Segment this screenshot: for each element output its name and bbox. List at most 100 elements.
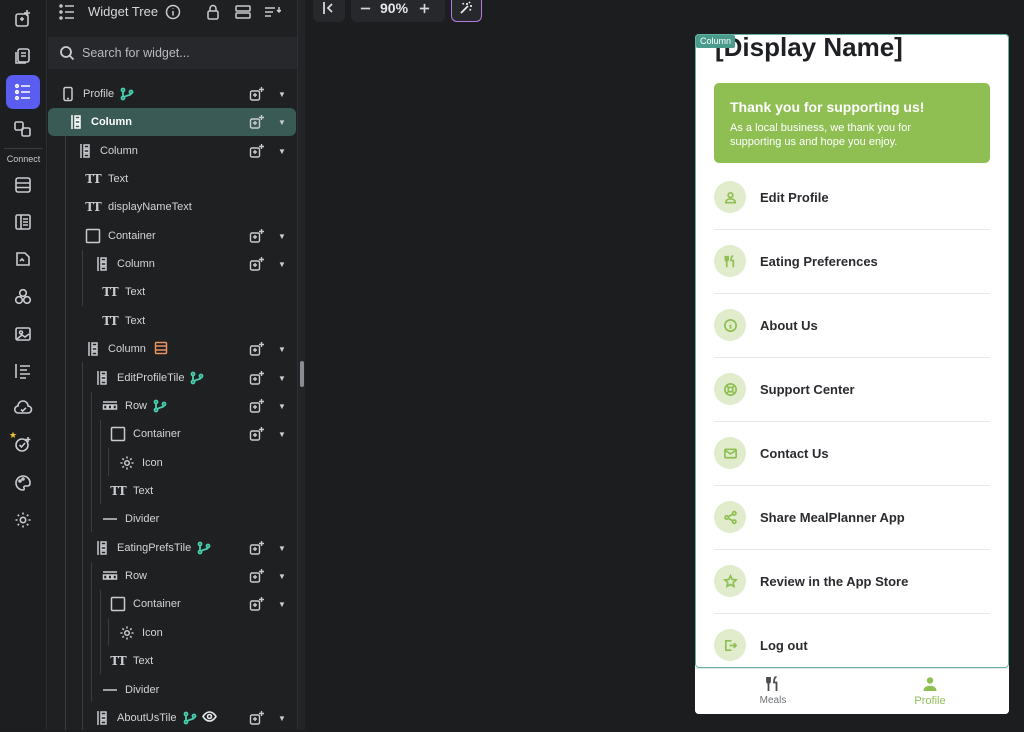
tree-node-eating-prefs-tile[interactable]: EatingPrefsTile [94, 534, 211, 562]
add-child-widget-icon[interactable] [249, 370, 267, 388]
tree-node-text[interactable]: TT Text [102, 278, 145, 306]
add-child-widget-icon[interactable] [249, 540, 267, 558]
add-child-widget-icon[interactable] [249, 426, 267, 444]
resize-grip[interactable] [300, 361, 304, 387]
chevron-down-icon[interactable]: ▼ [278, 572, 286, 581]
tree-node-column[interactable]: Column [77, 137, 138, 165]
widget-tree-icon[interactable] [6, 75, 40, 109]
row-icon [102, 568, 118, 584]
person-icon [923, 677, 937, 691]
tree-node-display-name-text[interactable]: TT displayNameText [85, 193, 191, 221]
info-icon[interactable] [164, 3, 182, 21]
tree-node-container[interactable]: Container [85, 222, 156, 250]
add-child-widget-icon[interactable] [249, 228, 267, 246]
zoom-in-icon[interactable] [418, 2, 431, 15]
chevron-down-icon[interactable]: ▼ [278, 402, 286, 411]
eating-preferences-tile[interactable]: Eating Preferences [714, 230, 990, 294]
add-child-widget-icon[interactable] [249, 256, 267, 274]
integrations-icon[interactable] [6, 280, 40, 314]
add-child-widget-icon[interactable] [249, 710, 267, 728]
add-child-widget-icon[interactable] [249, 341, 267, 359]
zoom-level: 90% [380, 0, 409, 16]
add-child-widget-icon[interactable] [249, 568, 267, 586]
tree-node-about-us-tile[interactable]: AboutUsTile [94, 704, 217, 732]
media-assets-icon[interactable] [6, 317, 40, 351]
tree-node-icon[interactable]: Icon [119, 619, 163, 647]
tree-node-container[interactable]: Container [110, 420, 181, 448]
cloud-check-icon[interactable] [6, 391, 40, 425]
chevron-down-icon[interactable]: ▼ [278, 544, 286, 553]
tree-node-column[interactable]: Column [94, 250, 155, 278]
panel-resize-handle[interactable] [297, 0, 305, 730]
widget-search-input[interactable] [82, 43, 282, 63]
collapse-panel-button[interactable] [313, 0, 345, 22]
lifebuoy-icon [714, 373, 746, 405]
support-center-tile[interactable]: Support Center [714, 358, 990, 422]
review-app-store-tile[interactable]: Review in the App Store [714, 550, 990, 614]
contact-us-tile[interactable]: Contact Us [714, 422, 990, 486]
tree-node-container[interactable]: Container [110, 590, 181, 618]
chevron-down-icon[interactable]: ▼ [278, 345, 286, 354]
search-icon [60, 46, 75, 61]
chevron-down-icon[interactable]: ▼ [278, 118, 286, 127]
tree-node-text[interactable]: TT Text [102, 307, 145, 335]
settings-gear-icon[interactable] [6, 503, 40, 537]
chevron-down-icon[interactable]: ▼ [278, 714, 286, 723]
branch-badge-icon [183, 711, 197, 725]
chevron-down-icon[interactable]: ▼ [278, 147, 286, 156]
phone-icon [60, 86, 76, 102]
add-child-widget-icon[interactable] [249, 114, 267, 132]
align-left-icon[interactable] [6, 354, 40, 388]
add-child-widget-icon[interactable] [249, 596, 267, 614]
generated-list-icon [154, 341, 168, 358]
components-icon[interactable] [6, 112, 40, 146]
divider-icon [102, 682, 118, 698]
database-icon[interactable] [6, 168, 40, 202]
check-plus-icon[interactable] [6, 428, 40, 462]
sort-options-icon[interactable] [263, 3, 282, 21]
about-us-tile[interactable]: About Us [714, 294, 990, 358]
lock-icon[interactable] [204, 3, 222, 21]
pages-icon[interactable] [6, 39, 40, 73]
widget-tree-list-icon [58, 3, 76, 21]
add-child-widget-icon[interactable] [249, 86, 267, 104]
share-app-tile[interactable]: Share MealPlanner App [714, 486, 990, 550]
add-widget-icon[interactable] [6, 2, 40, 36]
chevron-down-icon[interactable]: ▼ [278, 260, 286, 269]
tree-node-edit-profile-tile[interactable]: EditProfileTile [94, 364, 204, 392]
tree-node-icon[interactable]: Icon [119, 449, 163, 477]
tree-node-text[interactable]: TT Text [110, 647, 153, 675]
visibility-eye-icon[interactable] [201, 709, 217, 727]
chevron-down-icon[interactable]: ▼ [278, 232, 286, 241]
chevron-down-icon[interactable]: ▼ [278, 374, 286, 383]
chevron-down-icon[interactable]: ▼ [278, 430, 286, 439]
tree-node-text[interactable]: TT Text [85, 165, 128, 193]
layout-toggle-icon[interactable] [234, 3, 252, 21]
tree-node-row[interactable]: Row [102, 392, 167, 420]
zoom-out-icon[interactable] [359, 2, 372, 15]
tree-node-column[interactable]: Column [85, 335, 168, 363]
add-child-widget-icon[interactable] [249, 398, 267, 416]
tree-node-row[interactable]: Row [102, 562, 147, 590]
api-calls-icon[interactable] [6, 205, 40, 239]
edit-profile-tile[interactable]: Edit Profile [714, 166, 990, 230]
tree-node-text[interactable]: TT Text [110, 477, 153, 505]
storage-icon[interactable] [6, 242, 40, 276]
display-name-text[interactable]: [Display Name] [715, 34, 903, 63]
add-child-widget-icon[interactable] [249, 143, 267, 161]
chevron-down-icon[interactable]: ▼ [278, 90, 286, 99]
tree-node-divider[interactable]: Divider [102, 676, 159, 704]
tree-node-divider[interactable]: Divider [102, 505, 159, 533]
nav-item-meals[interactable]: Meals [713, 675, 833, 706]
connect-label: Connect [6, 154, 41, 164]
tree-node-label: Container [133, 598, 181, 610]
chevron-down-icon[interactable]: ▼ [278, 600, 286, 609]
nav-item-profile[interactable]: Profile [870, 675, 990, 707]
column-icon [94, 370, 110, 386]
tree-node-label: AboutUsTile [117, 712, 177, 724]
theme-palette-icon[interactable] [6, 466, 40, 500]
thanks-card[interactable]: Thank you for supporting us! As a local … [714, 83, 990, 163]
thanks-card-title: Thank you for supporting us! [730, 99, 925, 115]
selection-tag: Column [696, 35, 736, 48]
magic-select-button[interactable] [451, 0, 482, 22]
